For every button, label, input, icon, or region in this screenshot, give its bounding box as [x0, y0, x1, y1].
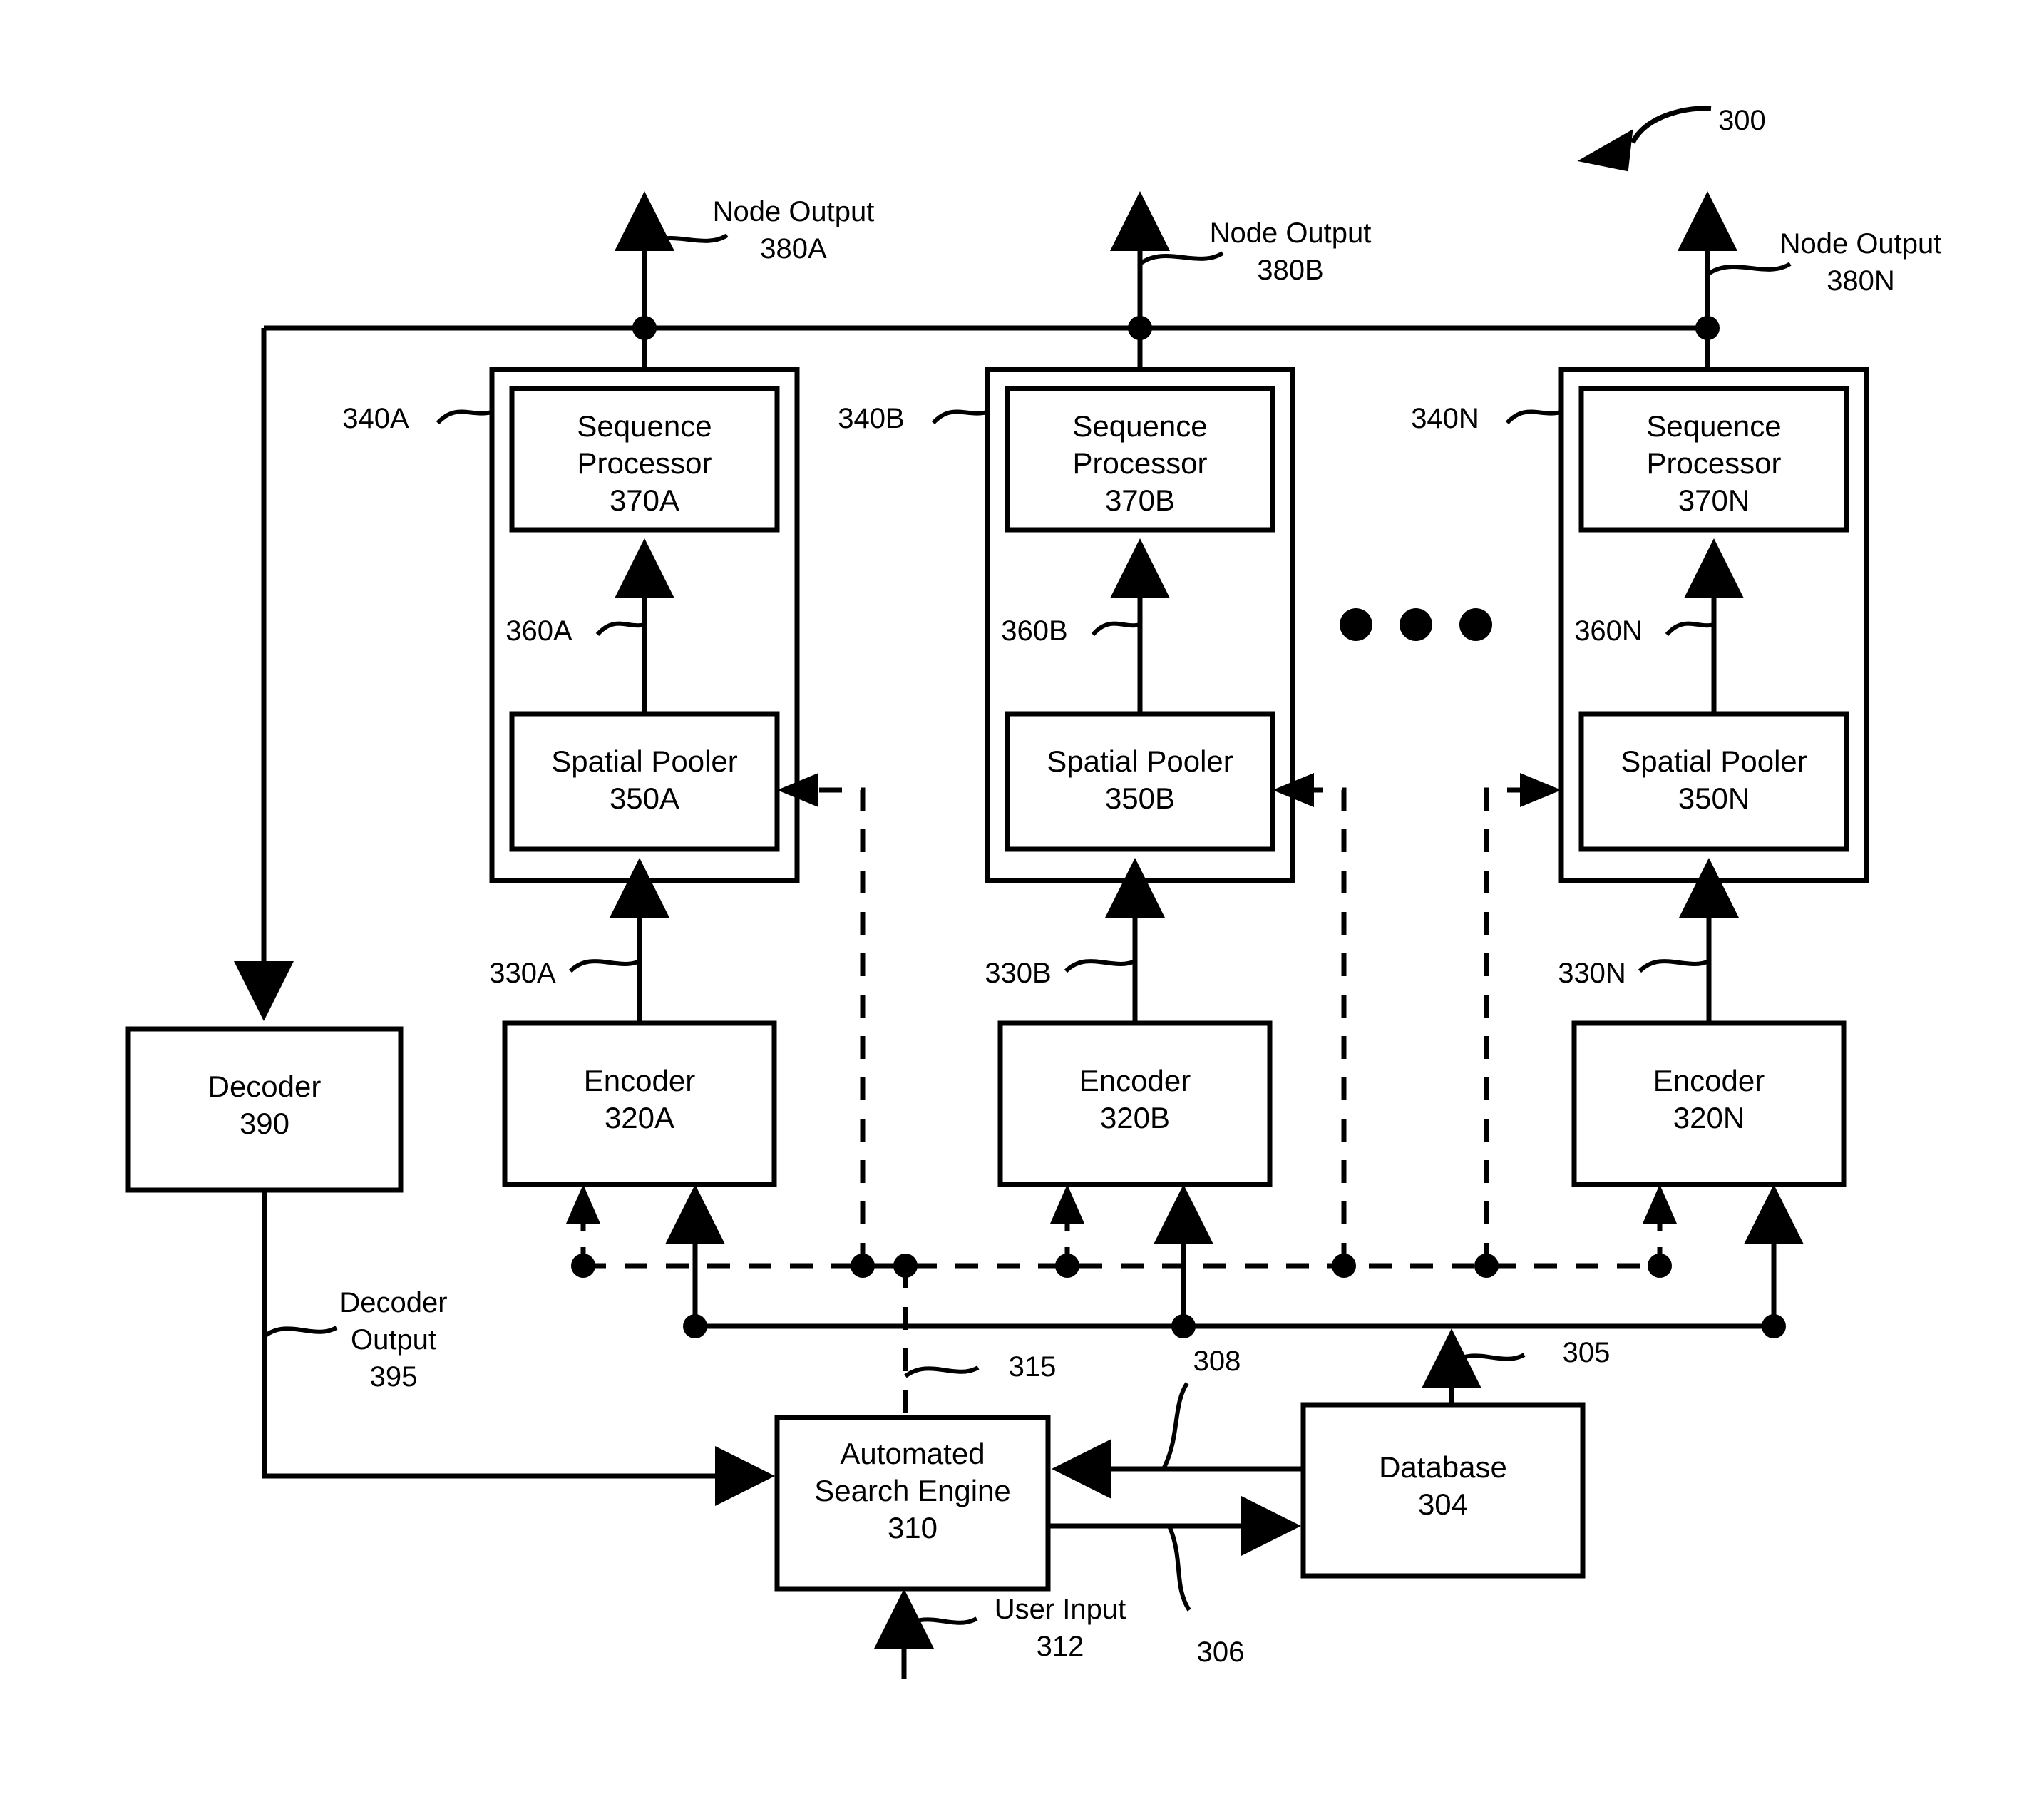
ref-330n: 330N [1558, 958, 1626, 989]
sequence-processor-b-line1: Sequence [1072, 409, 1207, 443]
ref-330a: 330A [489, 958, 556, 989]
junction-dot-output-b [1128, 316, 1152, 340]
decoder-output-ref: 395 [370, 1361, 418, 1393]
encoder-a-ref: 320A [605, 1101, 674, 1134]
encoder-n-ref: 320N [1673, 1101, 1745, 1134]
encoder-n-line1: Encoder [1653, 1064, 1765, 1097]
figure-number: 300 [1718, 105, 1766, 136]
junction-dot-solid-a [683, 1314, 707, 1338]
ref-360a: 360A [505, 615, 572, 647]
node-a-ref: 340A [342, 403, 409, 434]
ref-305: 305 [1563, 1337, 1611, 1368]
ellipsis-dot-3 [1459, 608, 1492, 641]
ref-315: 315 [1009, 1351, 1057, 1383]
ellipsis-dots [1340, 608, 1492, 641]
junction-dot-dashed-n [1648, 1254, 1672, 1278]
sequence-processor-n-line1: Sequence [1646, 409, 1781, 443]
spatial-pooler-b-line1: Spatial Pooler [1047, 744, 1233, 778]
spatial-pooler-a-ref: 350A [610, 782, 679, 815]
junction-dot-output-n [1695, 316, 1720, 340]
ref-308: 308 [1193, 1346, 1241, 1377]
junction-dot-dashed-fb-b [1332, 1254, 1356, 1278]
decoder-output-label-line1: Decoder [339, 1287, 447, 1318]
spatial-pooler-b-ref: 350B [1105, 782, 1175, 815]
junction-dot-dashed-315 [893, 1254, 918, 1278]
encoder-a-line1: Encoder [584, 1064, 695, 1097]
encoder-b-line1: Encoder [1079, 1064, 1191, 1097]
spatial-pooler-n-line1: Spatial Pooler [1621, 744, 1807, 778]
junction-dot-output-a [632, 316, 657, 340]
decoder-line1: Decoder [208, 1070, 322, 1103]
junction-dot-solid-n [1762, 1314, 1786, 1338]
node-output-b-ref: 380B [1257, 255, 1323, 286]
search-engine-line1: Automated [840, 1437, 985, 1470]
canvas-background [0, 0, 2044, 1819]
ellipsis-dot-1 [1340, 608, 1372, 641]
database-line1: Database [1379, 1450, 1507, 1484]
ref-360b: 360B [1001, 615, 1067, 647]
spatial-pooler-n-ref: 350N [1678, 782, 1750, 815]
search-engine-line2: Search Engine [814, 1474, 1011, 1507]
node-output-n-label: Node Output [1780, 228, 1942, 260]
decoder-output-label-line2: Output [351, 1324, 436, 1356]
search-engine-ref: 310 [888, 1511, 938, 1544]
node-n-ref: 340N [1411, 403, 1479, 434]
database-ref: 304 [1418, 1487, 1468, 1521]
node-output-a-ref: 380A [760, 233, 827, 265]
ref-360n: 360N [1574, 615, 1643, 647]
node-output-n-ref: 380N [1827, 265, 1895, 297]
sequence-processor-a-line1: Sequence [577, 409, 712, 443]
node-b-ref: 340B [838, 403, 904, 434]
user-input-ref: 312 [1037, 1631, 1084, 1662]
junction-dot-dashed-a [571, 1254, 595, 1278]
node-output-a-label: Node Output [713, 196, 875, 227]
sequence-processor-b-ref: 370B [1105, 483, 1175, 517]
sequence-processor-a-line2: Processor [577, 446, 712, 480]
ellipsis-dot-2 [1400, 608, 1432, 641]
user-input-label: User Input [995, 1594, 1126, 1625]
junction-dot-dashed-fb-a [851, 1254, 875, 1278]
decoder-ref: 390 [240, 1107, 289, 1140]
node-output-b-label: Node Output [1210, 217, 1372, 249]
junction-dot-dashed-fb-n [1474, 1254, 1499, 1278]
ref-306: 306 [1197, 1636, 1245, 1668]
encoder-b-ref: 320B [1100, 1101, 1170, 1134]
sequence-processor-n-ref: 370N [1678, 483, 1750, 517]
sequence-processor-n-line2: Processor [1646, 446, 1781, 480]
junction-dot-dashed-b [1055, 1254, 1079, 1278]
spatial-pooler-a-line1: Spatial Pooler [551, 744, 738, 778]
sequence-processor-a-ref: 370A [610, 483, 679, 517]
junction-dot-solid-b [1171, 1314, 1196, 1338]
ref-330b: 330B [985, 958, 1051, 989]
patent-figure-300: 300 340A Sequence Processor 370A Spatial… [0, 0, 2044, 1819]
sequence-processor-b-line2: Processor [1072, 446, 1207, 480]
